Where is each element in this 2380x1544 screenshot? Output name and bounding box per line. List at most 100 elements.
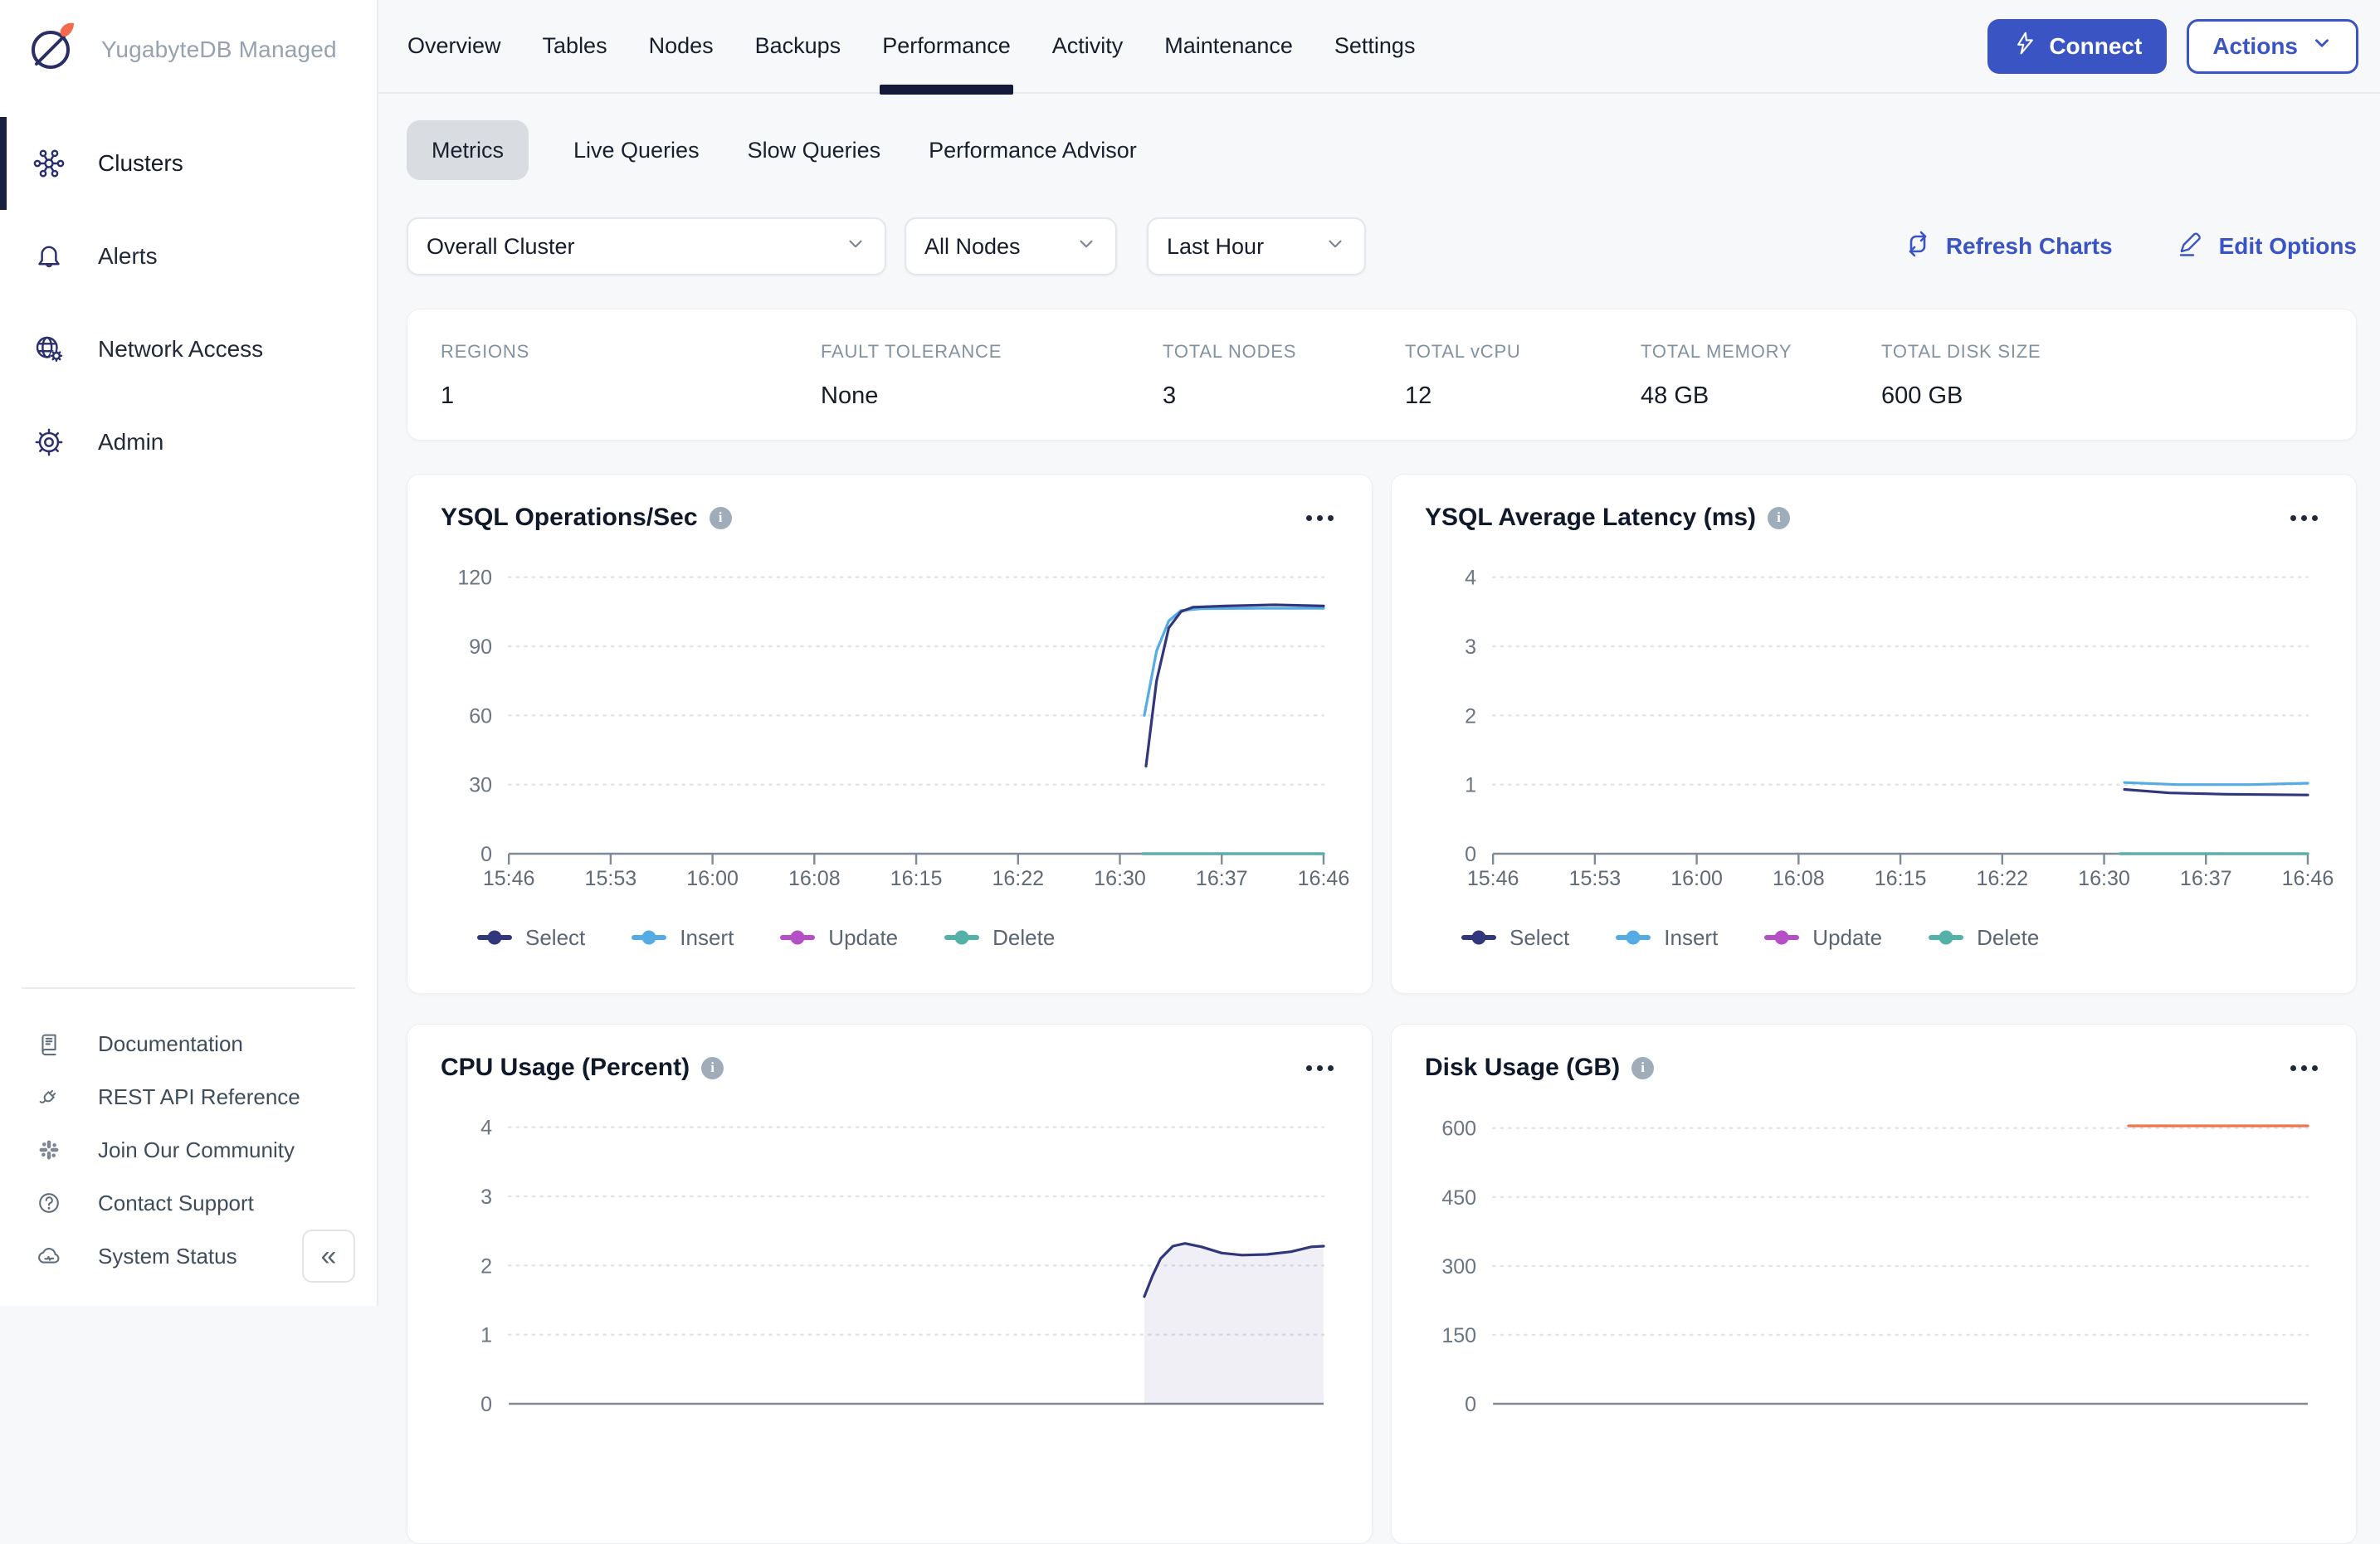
svg-text:450: 450 bbox=[1441, 1186, 1476, 1210]
stat-label: FAULT TOLERANCE bbox=[821, 341, 1163, 363]
tab-tables[interactable]: Tables bbox=[522, 0, 628, 93]
sidebar-nav: Clusters Alerts bbox=[0, 117, 377, 489]
gear-icon bbox=[30, 426, 68, 458]
legend-label: Select bbox=[1509, 925, 1569, 951]
refresh-charts-button[interactable]: Refresh Charts bbox=[1903, 229, 2113, 265]
divider bbox=[22, 987, 355, 989]
info-icon[interactable] bbox=[1768, 507, 1790, 529]
chart-card-ysql-latency: YSQL Average Latency (ms) 0123415:4615:5… bbox=[1391, 474, 2357, 994]
info-icon[interactable] bbox=[701, 1057, 724, 1079]
svg-text:16:30: 16:30 bbox=[1094, 867, 1146, 890]
sidebar-item-label: Admin bbox=[98, 429, 163, 455]
svg-text:3: 3 bbox=[480, 1186, 492, 1209]
brand-title: YugabyteDB Managed bbox=[101, 37, 337, 63]
kebab-menu-icon[interactable] bbox=[2285, 510, 2323, 526]
sidebar-item-label: System Status bbox=[98, 1244, 237, 1269]
legend-marker-icon bbox=[944, 935, 979, 940]
sidebar-item-label: Clusters bbox=[98, 150, 183, 177]
svg-text:16:30: 16:30 bbox=[2078, 867, 2130, 890]
legend-item[interactable]: Delete bbox=[944, 925, 1055, 951]
subtab-metrics[interactable]: Metrics bbox=[407, 120, 529, 180]
svg-text:16:00: 16:00 bbox=[686, 867, 739, 890]
legend-marker-icon bbox=[1616, 935, 1651, 940]
book-icon bbox=[33, 1030, 65, 1057]
subtab-label: Performance Advisor bbox=[929, 138, 1137, 163]
stat-label: TOTAL DISK SIZE bbox=[1881, 341, 2356, 363]
actions-button[interactable]: Actions bbox=[2187, 19, 2358, 74]
sidebar-item-network-access[interactable]: Network Access bbox=[0, 303, 377, 396]
sidebar-item-system-status[interactable]: System Status « bbox=[0, 1230, 377, 1283]
nodes-select-value: All Nodes bbox=[924, 234, 1021, 260]
svg-text:0: 0 bbox=[1465, 1393, 1476, 1416]
connect-button[interactable]: Connect bbox=[1987, 19, 2167, 74]
svg-text:15:46: 15:46 bbox=[1467, 867, 1519, 890]
tab-activity[interactable]: Activity bbox=[1031, 0, 1144, 93]
sidebar-collapse-button[interactable]: « bbox=[302, 1230, 355, 1283]
legend-marker-icon bbox=[477, 935, 512, 940]
sidebar-item-documentation[interactable]: Documentation bbox=[0, 1017, 377, 1070]
tab-performance[interactable]: Performance bbox=[861, 0, 1031, 93]
chart-title: YSQL Average Latency (ms) bbox=[1425, 504, 1756, 532]
sidebar-item-rest-api[interactable]: REST API Reference bbox=[0, 1070, 377, 1123]
legend-label: Update bbox=[828, 925, 898, 951]
svg-text:90: 90 bbox=[469, 636, 492, 659]
sidebar-item-alerts[interactable]: Alerts bbox=[0, 210, 377, 303]
kebab-menu-icon[interactable] bbox=[1301, 510, 1339, 526]
top-navigation: Overview Tables Nodes Backups Performanc… bbox=[378, 0, 2380, 94]
legend-item[interactable]: Delete bbox=[1929, 925, 2039, 951]
svg-text:15:53: 15:53 bbox=[1569, 867, 1622, 890]
subtab-slow-queries[interactable]: Slow Queries bbox=[744, 120, 885, 180]
svg-text:1: 1 bbox=[480, 1324, 492, 1347]
sidebar-item-label: Contact Support bbox=[98, 1191, 254, 1216]
sidebar-item-support[interactable]: Contact Support bbox=[0, 1176, 377, 1230]
legend-item[interactable]: Update bbox=[1764, 925, 1882, 951]
tab-overview[interactable]: Overview bbox=[387, 0, 522, 93]
tab-maintenance[interactable]: Maintenance bbox=[1144, 0, 1314, 93]
legend-item[interactable]: Select bbox=[477, 925, 585, 951]
tab-label: Performance bbox=[882, 33, 1011, 59]
svg-text:600: 600 bbox=[1441, 1118, 1476, 1141]
lightning-icon bbox=[2012, 31, 2037, 61]
svg-text:16:37: 16:37 bbox=[2180, 867, 2232, 890]
nodes-select[interactable]: All Nodes bbox=[905, 217, 1117, 275]
chart-title: YSQL Operations/Sec bbox=[441, 504, 698, 532]
edit-options-button[interactable]: Edit Options bbox=[2176, 229, 2357, 265]
stat-regions: REGIONS 1 bbox=[441, 341, 821, 410]
legend-item[interactable]: Insert bbox=[1616, 925, 1718, 951]
stat-total-disk: TOTAL DISK SIZE 600 GB bbox=[1881, 341, 2356, 410]
sidebar-item-admin[interactable]: Admin bbox=[0, 396, 377, 489]
brand: YugabyteDB Managed bbox=[0, 0, 377, 87]
chart-actions: Refresh Charts Edit Options bbox=[1903, 229, 2357, 265]
clusters-icon bbox=[30, 148, 68, 179]
slack-icon bbox=[33, 1137, 65, 1162]
stat-value: 1 bbox=[441, 382, 821, 410]
legend-item[interactable]: Update bbox=[780, 925, 898, 951]
cluster-select[interactable]: Overall Cluster bbox=[407, 217, 886, 275]
chevron-down-icon bbox=[1324, 233, 1346, 261]
subtab-performance-advisor[interactable]: Performance Advisor bbox=[925, 120, 1140, 180]
connect-label: Connect bbox=[2049, 33, 2142, 60]
legend-label: Select bbox=[525, 925, 585, 951]
sidebar-item-community[interactable]: Join Our Community bbox=[0, 1123, 377, 1176]
subtab-live-queries[interactable]: Live Queries bbox=[570, 120, 703, 180]
kebab-menu-icon[interactable] bbox=[1301, 1060, 1339, 1076]
legend-label: Update bbox=[1812, 925, 1882, 951]
svg-text:0: 0 bbox=[480, 1393, 492, 1416]
tab-nodes[interactable]: Nodes bbox=[628, 0, 734, 93]
stat-label: REGIONS bbox=[441, 341, 821, 363]
legend-item[interactable]: Select bbox=[1461, 925, 1569, 951]
time-range-select[interactable]: Last Hour bbox=[1147, 217, 1366, 275]
sidebar-item-clusters[interactable]: Clusters bbox=[0, 117, 377, 210]
legend-marker-icon bbox=[1929, 935, 1963, 940]
sidebar-item-label: Network Access bbox=[98, 336, 263, 363]
tab-settings[interactable]: Settings bbox=[1314, 0, 1436, 93]
question-circle-icon bbox=[33, 1190, 65, 1216]
tab-backups[interactable]: Backups bbox=[734, 0, 862, 93]
svg-text:4: 4 bbox=[480, 1117, 492, 1140]
kebab-menu-icon[interactable] bbox=[2285, 1060, 2323, 1076]
info-icon[interactable] bbox=[1631, 1057, 1654, 1079]
subtab-label: Metrics bbox=[432, 138, 504, 163]
legend-item[interactable]: Insert bbox=[632, 925, 734, 951]
legend-label: Insert bbox=[680, 925, 734, 951]
info-icon[interactable] bbox=[710, 507, 732, 529]
